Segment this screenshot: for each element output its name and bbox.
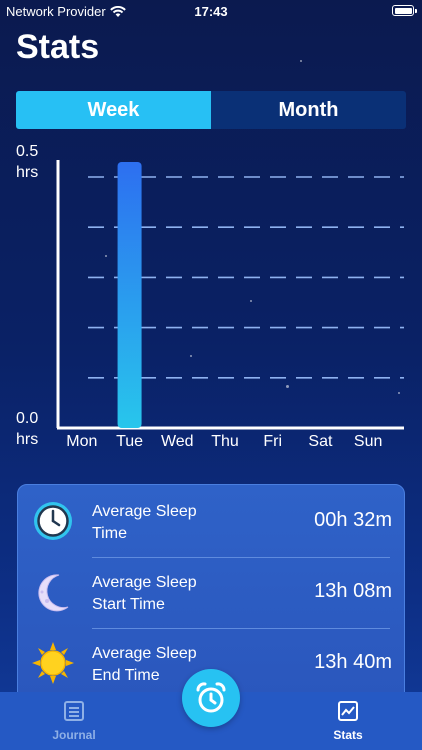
- row-label-line2: Start Time: [92, 596, 165, 613]
- tab-journal[interactable]: Journal: [19, 700, 129, 742]
- clock-icon: [34, 502, 72, 540]
- row-label: Average Sleep Start Time: [92, 572, 222, 616]
- row-label-line1: Average Sleep: [92, 574, 197, 591]
- x-tick-label-fri: Fri: [263, 433, 283, 450]
- average-sleep-time-row: Average Sleep Time 00h 32m: [18, 485, 404, 555]
- tab-journal-label: Journal: [52, 728, 96, 742]
- stats-chart-icon: [338, 701, 358, 721]
- row-label: Average Sleep Time: [92, 501, 222, 545]
- sun-icon: [32, 642, 74, 684]
- row-label-line1: Average Sleep: [92, 503, 197, 520]
- alarm-button[interactable]: [182, 669, 240, 727]
- x-tick-label-sun: Sun: [353, 433, 383, 450]
- tab-stats-label: Stats: [333, 728, 363, 742]
- x-tick-label-wed: Wed: [160, 433, 194, 450]
- bar-tue: [117, 161, 142, 428]
- tab-stats[interactable]: Stats: [293, 700, 403, 742]
- x-tick-label-tue: Tue: [116, 433, 144, 450]
- journal-icon: [64, 701, 84, 721]
- sleep-bar-chart: [56, 160, 404, 430]
- alarm-clock-icon: [196, 682, 226, 713]
- x-tick-label-thu: Thu: [211, 433, 239, 450]
- average-end-time-value: 13h 40m: [314, 651, 392, 673]
- x-tick-label-sat: Sat: [308, 433, 333, 450]
- average-start-time-row: Average Sleep Start Time 13h 08m: [18, 556, 404, 626]
- average-sleep-time-value: 00h 32m: [314, 509, 392, 531]
- row-label-line2: Time: [92, 525, 127, 542]
- average-start-time-value: 13h 08m: [314, 580, 392, 602]
- x-tick-label-mon: Mon: [66, 433, 98, 450]
- moon-icon: [38, 574, 69, 612]
- row-label-line1: Average Sleep: [92, 645, 197, 662]
